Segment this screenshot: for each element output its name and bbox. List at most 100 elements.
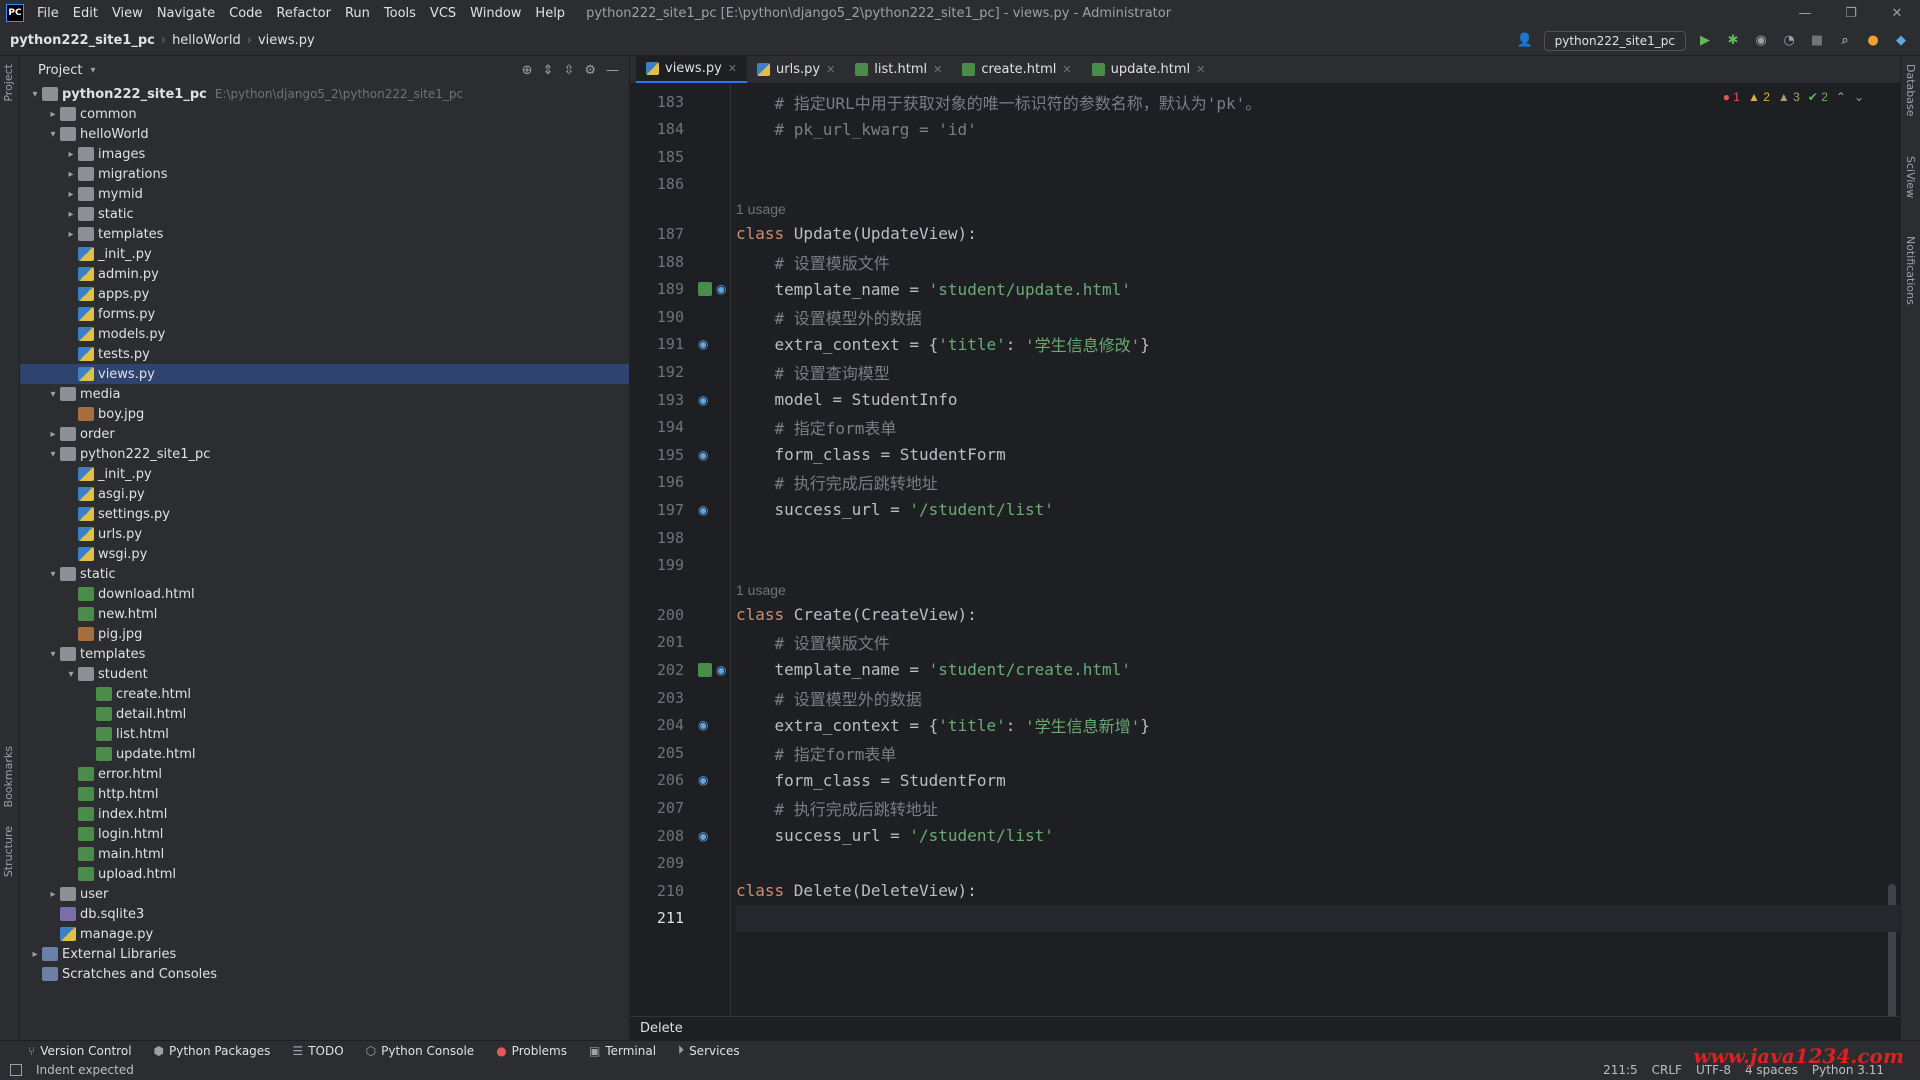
tool-window-services[interactable]: ⏵ Services [678,1043,740,1058]
tree-item[interactable]: ▸ static [20,204,629,224]
tree-item[interactable]: models.py [20,324,629,344]
project-tool-label[interactable]: Project [2,64,15,102]
chevron-down-icon[interactable]: ⌄ [1854,90,1864,104]
usage-hint[interactable]: 1 usage [736,579,786,601]
tree-item[interactable]: ▸ migrations [20,164,629,184]
coverage-icon[interactable]: ◉ [1752,32,1770,50]
debug-icon[interactable]: ✱ [1724,32,1742,50]
overrides-icon[interactable]: ◉ [716,282,730,296]
chevron-right-icon[interactable]: ▸ [64,149,78,160]
chevron-right-icon[interactable]: ▸ [64,189,78,200]
chevron-down-icon[interactable]: ▾ [46,449,60,460]
breadcrumb-class[interactable]: Delete [640,1021,683,1036]
ok-count[interactable]: ✔ 2 [1808,90,1828,104]
breadcrumb-file[interactable]: views.py [258,33,315,48]
breadcrumb-folder[interactable]: helloWorld [172,33,241,48]
tree-item[interactable]: admin.py [20,264,629,284]
minimize-icon[interactable]: — [1782,6,1828,21]
tree-item[interactable]: ▾ helloWorld [20,124,629,144]
tree-item[interactable]: ▸ common [20,104,629,124]
tree-item[interactable]: ▾ media [20,384,629,404]
chevron-down-icon[interactable]: ▾ [46,129,60,140]
tool-window-todo[interactable]: ☰ TODO [292,1044,343,1058]
chevron-down-icon[interactable]: ▾ [90,65,95,76]
profile-icon[interactable]: ◔ [1780,32,1798,50]
tree-item[interactable]: ▾ static [20,564,629,584]
notifications-tool-label[interactable]: Notifications [1904,236,1917,305]
close-tab-icon[interactable]: ✕ [728,62,737,75]
tree-item[interactable]: download.html [20,584,629,604]
chevron-down-icon[interactable]: ▾ [46,649,60,660]
hide-icon[interactable]: — [606,63,619,78]
tree-item[interactable]: index.html [20,804,629,824]
user-icon[interactable]: 👤 [1516,32,1534,50]
caret-position[interactable]: 211:5 [1603,1063,1638,1077]
tree-item[interactable]: ▾ templates [20,644,629,664]
chevron-right-icon[interactable]: ▸ [46,889,60,900]
menu-vcs[interactable]: VCS [423,6,463,21]
tool-window-python-packages[interactable]: ⬢ Python Packages [154,1044,271,1058]
menu-view[interactable]: View [105,6,150,21]
overrides-icon[interactable]: ◉ [698,448,712,462]
overrides-icon[interactable]: ◉ [698,393,712,407]
tree-item[interactable]: update.html [20,744,629,764]
editor-tab[interactable]: urls.py ✕ [747,55,845,83]
overrides-icon[interactable]: ◉ [716,663,730,677]
menu-code[interactable]: Code [222,6,269,21]
structure-tool-label[interactable]: Structure [2,826,15,877]
overrides-icon[interactable]: ◉ [698,773,712,787]
editor-tab[interactable]: update.html ✕ [1082,55,1216,83]
project-panel-title[interactable]: Project [38,63,82,78]
overrides-icon[interactable]: ◉ [698,503,712,517]
tree-item[interactable]: ▾ python222_site1_pc E:\python\django5_2\p… [20,84,629,104]
tree-item[interactable]: manage.py [20,924,629,944]
tree-item[interactable]: pig.jpg [20,624,629,644]
close-tab-icon[interactable]: ✕ [933,63,942,76]
warning-count[interactable]: ▲ 2 [1748,90,1770,104]
overrides-icon[interactable]: ◉ [698,829,712,843]
close-tab-icon[interactable]: ✕ [1196,63,1205,76]
tree-item[interactable]: tests.py [20,344,629,364]
tree-item[interactable]: new.html [20,604,629,624]
tree-item[interactable]: ▾ python222_site1_pc [20,444,629,464]
tree-item[interactable]: forms.py [20,304,629,324]
tree-item[interactable]: create.html [20,684,629,704]
chevron-right-icon[interactable]: ▸ [64,169,78,180]
menu-window[interactable]: Window [463,6,528,21]
tool-window-problems[interactable]: ● Problems [496,1044,567,1058]
close-tab-icon[interactable]: ✕ [1062,63,1071,76]
gear-icon[interactable]: ⚙ [584,63,596,78]
toggle-panels-icon[interactable] [10,1064,22,1076]
tree-item[interactable]: Scratches and Consoles [20,964,629,984]
search-icon[interactable]: ⌕ [1836,32,1854,50]
tool-window-terminal[interactable]: ▣ Terminal [589,1044,656,1058]
tree-item[interactable]: ▸ user [20,884,629,904]
menu-navigate[interactable]: Navigate [150,6,222,21]
tree-item[interactable]: boy.jpg [20,404,629,424]
tree-item[interactable]: wsgi.py [20,544,629,564]
implements-icon[interactable] [698,662,712,677]
tree-item[interactable]: list.html [20,724,629,744]
overrides-icon[interactable]: ◉ [698,718,712,732]
locate-icon[interactable]: ⊕ [522,63,533,78]
chevron-right-icon[interactable]: ▸ [46,109,60,120]
tree-item[interactable]: upload.html [20,864,629,884]
weak-warning-count[interactable]: ▲ 3 [1778,90,1800,104]
chevron-down-icon[interactable]: ▾ [28,89,42,100]
editor-tab[interactable]: list.html ✕ [845,55,952,83]
tree-item[interactable]: ▾ student [20,664,629,684]
tree-item[interactable]: ▸ mymid [20,184,629,204]
breadcrumb-project[interactable]: python222_site1_pc [10,33,155,48]
stop-icon[interactable]: ■ [1808,32,1826,50]
maximize-icon[interactable]: ❐ [1828,6,1874,21]
tree-item[interactable]: db.sqlite3 [20,904,629,924]
run-icon[interactable]: ▶ [1696,32,1714,50]
menu-refactor[interactable]: Refactor [269,6,338,21]
tree-item[interactable]: http.html [20,784,629,804]
tree-item[interactable]: error.html [20,764,629,784]
menu-run[interactable]: Run [338,6,377,21]
tree-item[interactable]: urls.py [20,524,629,544]
line-separator[interactable]: CRLF [1652,1063,1682,1077]
expand-all-icon[interactable]: ⇕ [543,63,554,78]
code-text[interactable]: ● 1 ▲ 2 ▲ 3 ✔ 2 ⌃ ⌄ # 指定URL中用于获取对象的唯一标识符… [730,84,1900,1016]
